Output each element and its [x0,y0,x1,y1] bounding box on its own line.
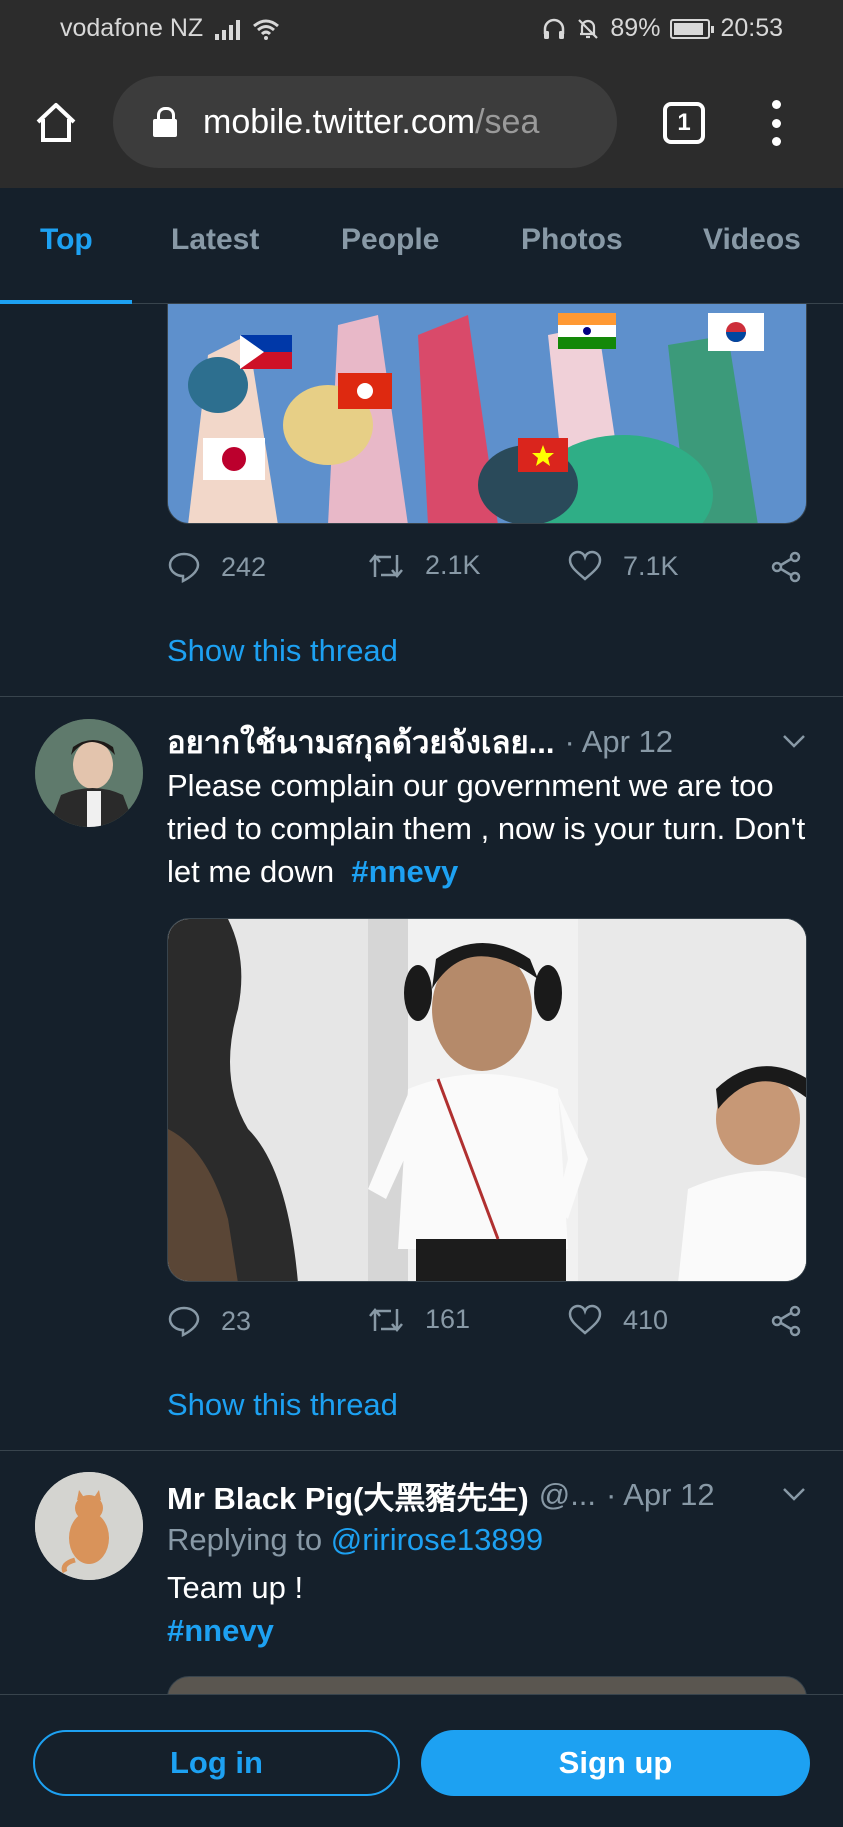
display-name[interactable]: Mr Black Pig(大黑豬先生) [167,1473,529,1518]
tweet-divider [0,696,843,697]
tweet-date[interactable]: · Apr 12 [564,724,673,760]
reply-action[interactable]: 23 [167,1304,251,1338]
tweet-body: Please complain our government we are to… [167,768,806,889]
replying-to-line: Replying to @ririrose13899 [167,1518,817,1561]
tweet-header: อยากใช้นามสกุลด้วยจังเลย... · Apr 12 [167,720,807,764]
anime-illustration [168,304,806,523]
signup-label: Sign up [558,1745,673,1780]
photo-children [168,919,806,1281]
tweet-image[interactable] [167,304,807,524]
tweet-actions: 242 2.1K 7.1K [167,550,807,590]
mention-link[interactable]: @ririrose13899 [331,1522,543,1557]
retweet-count: 161 [425,1304,471,1334]
replying-prefix: Replying to [167,1522,323,1557]
carrier-name: vodafone NZ [60,14,204,42]
avatar[interactable] [35,1472,143,1580]
tab-videos[interactable]: Videos [703,223,801,257]
battery-fill [674,22,703,35]
login-button[interactable]: Log in [33,1730,400,1796]
like-action[interactable]: 7.1K [567,550,679,582]
status-left: vodafone NZ [60,14,280,43]
like-count: 7.1K [623,550,679,581]
more-menu-icon[interactable] [770,100,782,146]
retweet-count: 2.1K [425,550,481,580]
tab-switcher-button[interactable]: 1 [663,102,705,144]
search-tabs: Top Latest People Photos Videos [0,188,843,304]
tab-top[interactable]: Top [40,223,93,257]
browser-toolbar: mobile.twitter.com/sea 1 [0,60,843,188]
tweet-actions: 23 161 410 [167,1304,807,1344]
lock-icon [153,107,177,137]
tab-people[interactable]: People [341,223,439,257]
avatar-photo [35,1472,143,1580]
tweet-body: Team up ! [167,1570,304,1605]
like-action[interactable]: 410 [567,1304,668,1336]
user-handle[interactable]: @... [539,1477,596,1513]
hashtag-link[interactable]: #nnevy [167,1609,817,1652]
address-bar[interactable]: mobile.twitter.com/sea [113,76,617,168]
tab-count: 1 [677,109,691,136]
tab-latest[interactable]: Latest [171,223,259,257]
retweet-action[interactable]: 161 [367,1304,470,1335]
url-path: /sea [475,102,540,141]
battery-percent: 89% [610,14,661,42]
tweet-text: Please complain our government we are to… [167,764,817,893]
chevron-down-icon[interactable] [781,728,807,754]
retweet-action[interactable]: 2.1K [367,550,481,581]
avatar-photo [35,719,143,827]
url-host: mobile.twitter.com [203,102,476,141]
display-name[interactable]: อยากใช้นามสกุลด้วยจังเลย... [167,717,554,767]
show-thread-link[interactable]: Show this thread [167,1387,398,1423]
tweet-text: Team up ! #nnevy [167,1566,817,1652]
tweet-divider [0,1450,843,1451]
login-label: Log in [170,1745,263,1780]
retweet-icon [369,1307,403,1332]
chevron-down-icon[interactable] [781,1481,807,1507]
share-action[interactable] [769,1304,803,1338]
headphones-icon [544,18,565,39]
reply-count: 242 [221,551,267,582]
battery-icon [670,18,715,39]
home-icon[interactable] [32,98,80,146]
bell-off-icon [578,18,599,39]
tab-photos[interactable]: Photos [521,223,623,257]
retweet-icon [369,553,403,578]
hashtag-link[interactable]: #nnevy [351,854,458,889]
heart-icon [568,1304,602,1335]
tweet-date[interactable]: · Apr 12 [606,1477,715,1513]
clock: 20:53 [720,14,783,42]
reply-icon [168,552,200,584]
reply-icon [168,1306,200,1338]
share-icon [771,551,801,583]
reply-count: 23 [221,1305,252,1336]
wifi-icon [253,19,280,40]
status-right: 89% 20:53 [542,14,783,43]
tweet-image[interactable] [167,918,807,1282]
heart-icon [568,550,602,581]
show-thread-link[interactable]: Show this thread [167,633,398,669]
signal-icon [215,18,241,40]
like-count: 410 [623,1304,669,1335]
tweet-feed[interactable]: 242 2.1K 7.1K Show this thread อยากใช้นา… [0,304,843,1694]
tweet-header: Mr Black Pig(大黑豬先生) @... · Apr 12 [167,1473,807,1517]
status-bar: vodafone NZ 89% 20:53 [0,0,843,60]
avatar[interactable] [35,719,143,827]
signup-button[interactable]: Sign up [421,1730,810,1796]
share-icon [771,1305,801,1337]
bottom-auth-bar: Log in Sign up [0,1694,843,1827]
reply-action[interactable]: 242 [167,550,266,584]
share-action[interactable] [769,550,803,584]
tweet-image[interactable] [167,1676,807,1694]
